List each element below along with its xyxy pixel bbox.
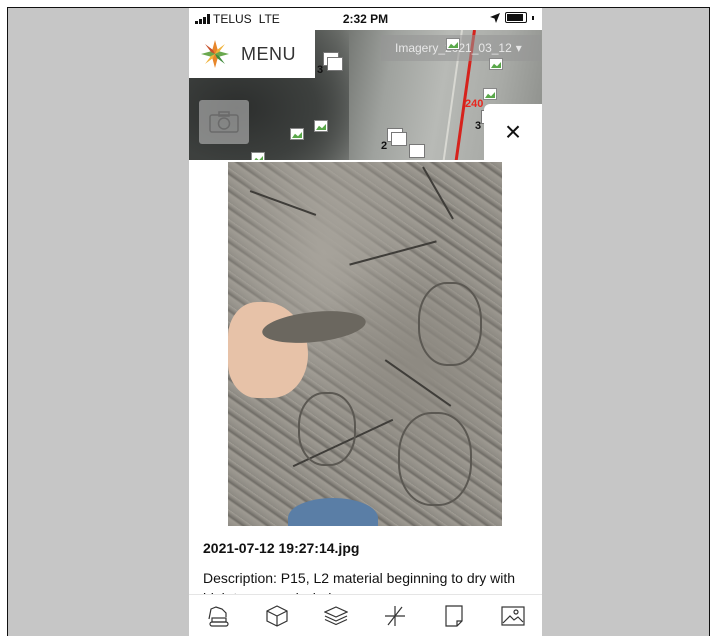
photo-marker[interactable]	[446, 38, 460, 50]
app-logo-icon	[201, 40, 229, 68]
cluster-stack	[409, 144, 425, 158]
imagery-layer-select[interactable]: Imagery_2021_03_12 ▾	[381, 35, 541, 61]
measure-button[interactable]	[381, 602, 409, 630]
excavator-button[interactable]	[204, 602, 232, 630]
status-bar: TELUS LTE 2:32 PM	[189, 8, 542, 30]
cluster-count: 3	[475, 120, 482, 132]
boot-print	[398, 412, 472, 506]
description-clip: Description: P15, L2 material beginning …	[203, 568, 531, 595]
layers-button[interactable]	[322, 602, 350, 630]
soil-crack	[249, 190, 317, 216]
cluster-stack	[327, 57, 343, 71]
cluster-stack	[391, 132, 407, 146]
photo-marker[interactable]	[483, 88, 497, 100]
gallery-button[interactable]	[499, 602, 527, 630]
soil-crack	[422, 166, 454, 220]
note-button[interactable]	[440, 602, 468, 630]
layers-icon	[324, 606, 349, 626]
phone-screen: TELUS LTE 2:32 PM MENU ▾ 3 2 3 240 × 202…	[189, 8, 542, 636]
cube-icon	[266, 605, 288, 627]
close-icon: ×	[504, 116, 522, 147]
photo-marker[interactable]	[290, 128, 304, 140]
description-text: Description: P15, L2 material beginning …	[203, 570, 516, 595]
photo-image[interactable]	[228, 162, 502, 526]
cluster-count: 3	[317, 64, 324, 76]
chevron-down-icon: ▾	[515, 41, 522, 55]
camera-button[interactable]	[199, 100, 249, 144]
cluster-count: 2	[381, 140, 388, 152]
boot-print	[418, 282, 482, 366]
close-button[interactable]: ×	[484, 104, 542, 160]
status-right	[490, 12, 534, 23]
excavator-icon	[208, 606, 230, 627]
photo-marker[interactable]	[489, 58, 503, 70]
photo-marker[interactable]	[314, 120, 328, 132]
note-icon	[445, 605, 463, 627]
image-icon	[500, 606, 525, 626]
boot-print	[298, 392, 356, 466]
photo-description: Description: P15, L2 material beginning …	[203, 568, 531, 595]
photo-title: 2021-07-12 19:27:14.jpg	[203, 540, 360, 556]
jeans	[288, 498, 378, 526]
photo-detail-panel: 2021-07-12 19:27:14.jpg Description: P15…	[189, 160, 542, 636]
battery-icon	[505, 12, 527, 23]
location-arrow-icon	[490, 12, 500, 23]
menu-button[interactable]: MENU	[189, 30, 315, 78]
bottom-toolbar	[189, 594, 542, 636]
camera-icon	[209, 111, 239, 133]
route-label: 240	[465, 98, 484, 110]
measure-icon	[384, 606, 405, 626]
3d-view-button[interactable]	[263, 602, 291, 630]
soil-crack	[349, 240, 437, 266]
photo-marker[interactable]	[251, 152, 265, 160]
menu-label: MENU	[241, 43, 296, 64]
soil-crack	[384, 359, 452, 407]
battery-cap	[532, 15, 534, 20]
